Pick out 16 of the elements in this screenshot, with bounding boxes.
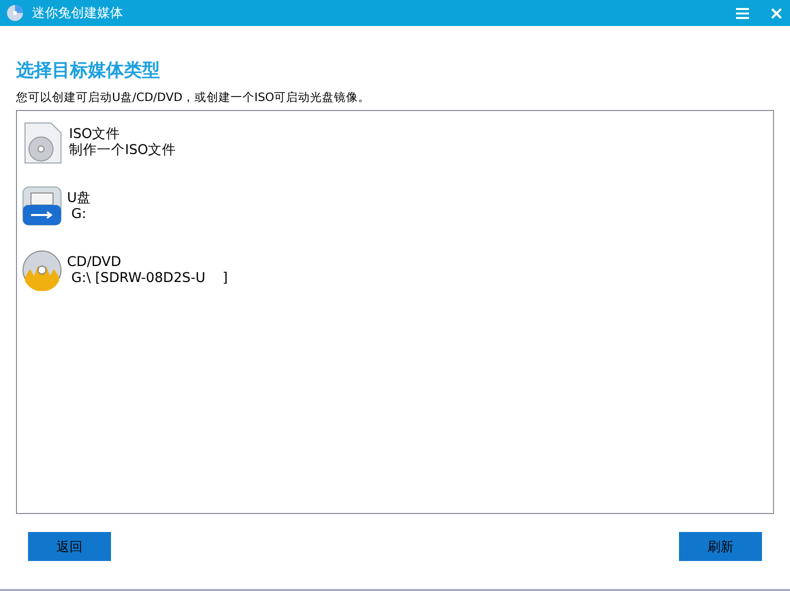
description-text: 您可以创建可启动U盘/CD/DVD，或创建一个ISO可启动光盘镜像。 [16,90,372,105]
media-detail: G: [70,206,88,222]
close-icon[interactable] [771,8,782,18]
media-name[interactable]: ISO文件 [69,126,176,142]
window-title: 迷你兔创建媒体 [32,5,124,22]
refresh-button[interactable]: 刷新 [679,532,762,561]
media-detail: G:\ [SDRW-08D2S-U ] [70,270,228,286]
back-button[interactable]: 返回 [28,532,111,561]
menu-icon[interactable] [736,8,749,18]
usb-drive-icon [21,185,63,227]
media-name[interactable]: U盘 [67,190,91,206]
media-name[interactable]: CD/DVD [67,254,228,270]
burning-disc-icon [21,249,63,291]
disc-icon [6,4,24,22]
media-detail: 制作一个ISO文件 [69,142,176,158]
page-heading: 选择目标媒体类型 [16,59,161,82]
